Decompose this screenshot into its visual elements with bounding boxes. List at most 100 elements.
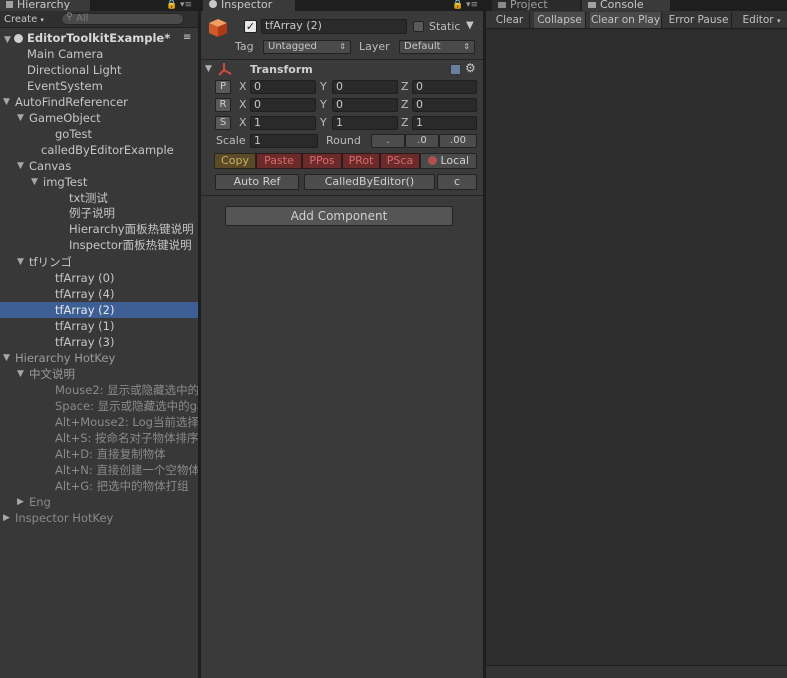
paste-button[interactable]: Paste: [256, 153, 302, 169]
copy-button[interactable]: Copy: [214, 153, 256, 169]
hierarchy-row[interactable]: Hierarchy面板热键说明: [0, 221, 198, 237]
clear-button[interactable]: Clear: [490, 12, 530, 28]
create-dropdown[interactable]: Create ▾: [4, 12, 44, 27]
static-checkbox[interactable]: [413, 21, 424, 32]
hierarchy-row[interactable]: ▼ Hierarchy HotKey: [0, 350, 198, 366]
hierarchy-row[interactable]: Alt+G: 把选中的物体打组: [0, 478, 198, 494]
scene-menu-icon[interactable]: ≡: [183, 30, 191, 46]
hierarchy-row-label: Inspector HotKey: [15, 511, 114, 525]
hierarchy-row[interactable]: ▼ tfリンゴ: [0, 254, 198, 270]
paste-rotation-button[interactable]: PRot: [342, 153, 380, 169]
layer-dropdown[interactable]: Default ⇕: [399, 40, 475, 54]
expanded-triangle-icon[interactable]: ▼: [17, 158, 27, 174]
foldout-triangle-icon[interactable]: ▼: [205, 64, 212, 74]
inspector-panel: Inspector 🔒 ▾≡ ✓ tfArray (2) Static ▼ Ta…: [201, 0, 486, 678]
collapsed-triangle-icon[interactable]: ▶: [3, 510, 13, 526]
expanded-triangle-icon[interactable]: ▼: [17, 254, 27, 270]
rotation-reset-button[interactable]: R: [215, 98, 231, 112]
updown-icon: ⇕: [339, 42, 346, 51]
gear-icon[interactable]: ⚙: [465, 61, 476, 75]
active-checkbox[interactable]: ✓: [244, 20, 257, 33]
hierarchy-row[interactable]: Main Camera: [0, 46, 198, 62]
hierarchy-row[interactable]: ▼ Canvas: [0, 158, 198, 174]
paste-position-button[interactable]: PPos: [302, 153, 342, 169]
collapse-toggle[interactable]: Collapse: [534, 12, 586, 28]
tab-menu-icon[interactable]: ▾≡: [180, 0, 192, 10]
paste-scale-button[interactable]: PSca: [380, 153, 420, 169]
hierarchy-row[interactable]: tfArray (1): [0, 318, 198, 334]
hierarchy-row[interactable]: Space: 显示或隐藏选中的ga...: [0, 398, 198, 414]
hierarchy-tab[interactable]: Hierarchy: [0, 0, 90, 11]
hierarchy-row[interactable]: ▼ GameObject: [0, 110, 198, 126]
search-input[interactable]: ⚲ All: [61, 12, 184, 25]
position-z-input[interactable]: 0: [412, 80, 477, 94]
scale-uniform-label: Scale: [216, 134, 246, 147]
hierarchy-row[interactable]: Alt+Mouse2: Log当前选择物...: [0, 414, 198, 430]
round-0-button[interactable]: .: [371, 134, 405, 148]
hierarchy-row[interactable]: Alt+S: 按命名对子物体排序: [0, 430, 198, 446]
hierarchy-row-label: Eng: [29, 495, 51, 509]
hierarchy-row[interactable]: Inspector面板热键说明: [0, 237, 198, 253]
hierarchy-row[interactable]: ▶ Eng: [0, 494, 198, 510]
uniform-scale-input[interactable]: 1: [250, 134, 318, 148]
expanded-triangle-icon[interactable]: ▼: [17, 366, 27, 382]
hierarchy-row[interactable]: ▶ Inspector HotKey: [0, 510, 198, 526]
scale-y-input[interactable]: 1: [332, 116, 398, 130]
scale-x-input[interactable]: 1: [250, 116, 316, 130]
lock-icon[interactable]: 🔒: [166, 0, 177, 10]
rotation-y-input[interactable]: 0: [332, 98, 398, 112]
c-button[interactable]: c: [437, 174, 477, 190]
hierarchy-row[interactable]: Directional Light: [0, 62, 198, 78]
scene-row[interactable]: ▼ EditorToolkitExample* ≡: [0, 30, 198, 46]
error-pause-toggle[interactable]: Error Pause: [666, 12, 732, 28]
round-2-button[interactable]: .00: [439, 134, 477, 148]
rotation-z-input[interactable]: 0: [412, 98, 477, 112]
hierarchy-row[interactable]: ▼ 中文说明: [0, 366, 198, 382]
hierarchy-row[interactable]: tfArray (4): [0, 286, 198, 302]
inspector-tab[interactable]: Inspector: [203, 0, 295, 11]
hierarchy-row[interactable]: txt测试: [0, 190, 198, 206]
position-y-input[interactable]: 0: [332, 80, 398, 94]
help-book-icon[interactable]: [450, 64, 461, 75]
hierarchy-row[interactable]: calledByEditorExample: [0, 142, 198, 158]
position-reset-button[interactable]: P: [215, 80, 231, 94]
collapsed-triangle-icon[interactable]: ▶: [17, 494, 27, 510]
hierarchy-row[interactable]: tfArray (3): [0, 334, 198, 350]
auto-ref-button[interactable]: Auto Ref: [215, 174, 299, 190]
local-toggle-button[interactable]: Local: [420, 153, 477, 169]
project-tab[interactable]: Project: [492, 0, 580, 11]
clear-on-play-toggle[interactable]: Clear on Play: [590, 12, 662, 28]
hierarchy-row[interactable]: Alt+D: 直接复制物体: [0, 446, 198, 462]
tab-menu-icon[interactable]: ▾≡: [466, 0, 478, 10]
hierarchy-row[interactable]: 例子说明: [0, 205, 198, 221]
static-dropdown-icon[interactable]: ▼: [466, 20, 474, 31]
hierarchy-row[interactable]: goTest: [0, 126, 198, 142]
expanded-triangle-icon[interactable]: ▼: [17, 110, 27, 126]
hierarchy-row[interactable]: ▼ AutoFindReferencer: [0, 94, 198, 110]
hierarchy-row[interactable]: Mouse2: 显示或隐藏选中的...: [0, 382, 198, 398]
scale-z-input[interactable]: 1: [412, 116, 477, 130]
expanded-triangle-icon[interactable]: ▼: [3, 350, 13, 366]
hierarchy-icon: [6, 1, 13, 8]
console-tab[interactable]: Console: [582, 0, 670, 11]
divider: [201, 59, 483, 60]
round-1-button[interactable]: .0: [405, 134, 439, 148]
tag-dropdown[interactable]: Untagged ⇕: [263, 40, 351, 54]
hierarchy-row[interactable]: Alt+N: 直接创建一个空物体: [0, 462, 198, 478]
object-name-input[interactable]: tfArray (2): [261, 19, 407, 34]
scale-reset-button[interactable]: S: [215, 116, 231, 130]
hierarchy-row[interactable]: EventSystem: [0, 78, 198, 94]
called-by-editor-button[interactable]: CalledByEditor(): [304, 174, 435, 190]
expanded-triangle-icon[interactable]: ▼: [31, 174, 41, 190]
add-component-button[interactable]: Add Component: [225, 206, 453, 226]
editor-dropdown[interactable]: Editor ▾: [736, 12, 787, 28]
hierarchy-row[interactable]: ▼ imgTest: [0, 174, 198, 190]
console-detail-area: [486, 666, 787, 678]
rotation-x-input[interactable]: 0: [250, 98, 316, 112]
hierarchy-row[interactable]: tfArray (2): [0, 302, 198, 318]
hierarchy-row[interactable]: tfArray (0): [0, 270, 198, 286]
lock-icon[interactable]: 🔒: [452, 0, 463, 10]
expanded-triangle-icon[interactable]: ▼: [3, 94, 13, 110]
expand-triangle-icon[interactable]: ▼: [4, 32, 14, 46]
position-x-input[interactable]: 0: [250, 80, 316, 94]
